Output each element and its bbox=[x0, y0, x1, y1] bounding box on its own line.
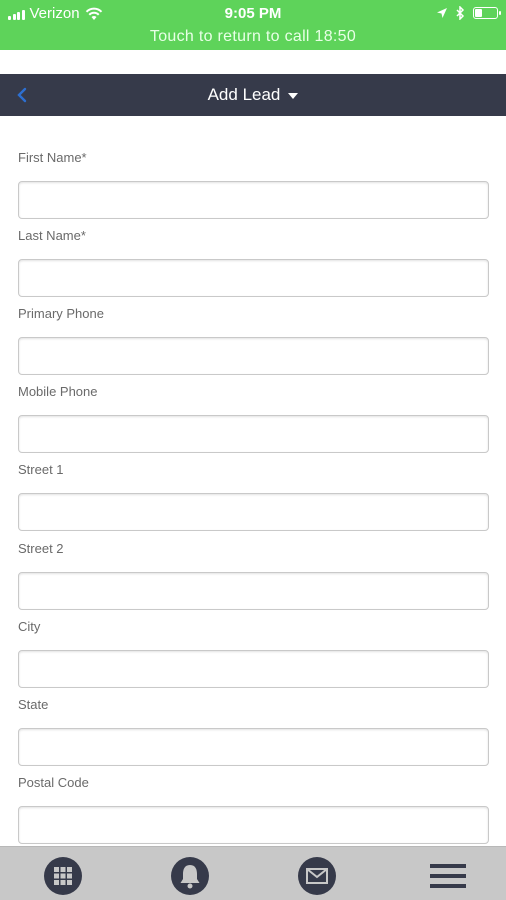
city-input[interactable] bbox=[18, 650, 489, 688]
return-to-call-banner[interactable]: Touch to return to call 18:50 bbox=[0, 27, 506, 47]
state-label: State bbox=[18, 697, 49, 712]
location-arrow-icon bbox=[437, 8, 447, 18]
street-1-input[interactable] bbox=[18, 493, 489, 531]
primary-phone-label: Primary Phone bbox=[18, 306, 104, 321]
state-input[interactable] bbox=[18, 728, 489, 766]
bluetooth-icon bbox=[456, 6, 465, 20]
tab-messages[interactable] bbox=[297, 856, 337, 896]
last-name-label: Last Name* bbox=[18, 228, 86, 243]
battery-icon bbox=[473, 7, 501, 19]
mail-icon bbox=[298, 857, 336, 895]
navigation-bar: Add Lead bbox=[0, 74, 506, 116]
status-bar[interactable]: Verizon 9:05 PM Touch to return to call … bbox=[0, 0, 506, 50]
tab-notifications[interactable] bbox=[170, 856, 210, 896]
last-name-field: Last Name* bbox=[18, 227, 489, 297]
mobile-phone-input[interactable] bbox=[18, 415, 489, 453]
city-label: City bbox=[18, 619, 41, 634]
chevron-down-icon bbox=[288, 93, 299, 99]
street-2-input[interactable] bbox=[18, 572, 489, 610]
postal-code-input[interactable] bbox=[18, 806, 489, 844]
tab-menu[interactable] bbox=[428, 856, 468, 896]
street-2-field: Street 2 bbox=[18, 540, 489, 610]
page-title-dropdown[interactable]: Add Lead bbox=[0, 74, 506, 116]
clock: 9:05 PM bbox=[224, 5, 282, 22]
mobile-phone-field: Mobile Phone bbox=[18, 383, 489, 453]
state-field: State bbox=[18, 696, 489, 766]
tab-apps[interactable] bbox=[43, 856, 83, 896]
street-2-label: Street 2 bbox=[18, 541, 64, 556]
street-1-label: Street 1 bbox=[18, 462, 64, 477]
primary-phone-input[interactable] bbox=[18, 337, 489, 375]
grid-icon bbox=[44, 857, 82, 895]
first-name-input[interactable] bbox=[18, 181, 489, 219]
primary-phone-field: Primary Phone bbox=[18, 305, 489, 375]
last-name-input[interactable] bbox=[18, 259, 489, 297]
postal-code-field: Postal Code bbox=[18, 774, 489, 844]
postal-code-label: Postal Code bbox=[18, 775, 89, 790]
street-1-field: Street 1 bbox=[18, 461, 489, 531]
bell-icon bbox=[171, 857, 209, 895]
first-name-field: First Name* bbox=[18, 149, 489, 219]
mobile-phone-label: Mobile Phone bbox=[18, 384, 98, 399]
bottom-tab-bar bbox=[0, 846, 506, 900]
page-title: Add Lead bbox=[207, 85, 281, 104]
first-name-label: First Name* bbox=[18, 150, 87, 165]
menu-icon bbox=[430, 864, 466, 888]
city-field: City bbox=[18, 618, 489, 688]
